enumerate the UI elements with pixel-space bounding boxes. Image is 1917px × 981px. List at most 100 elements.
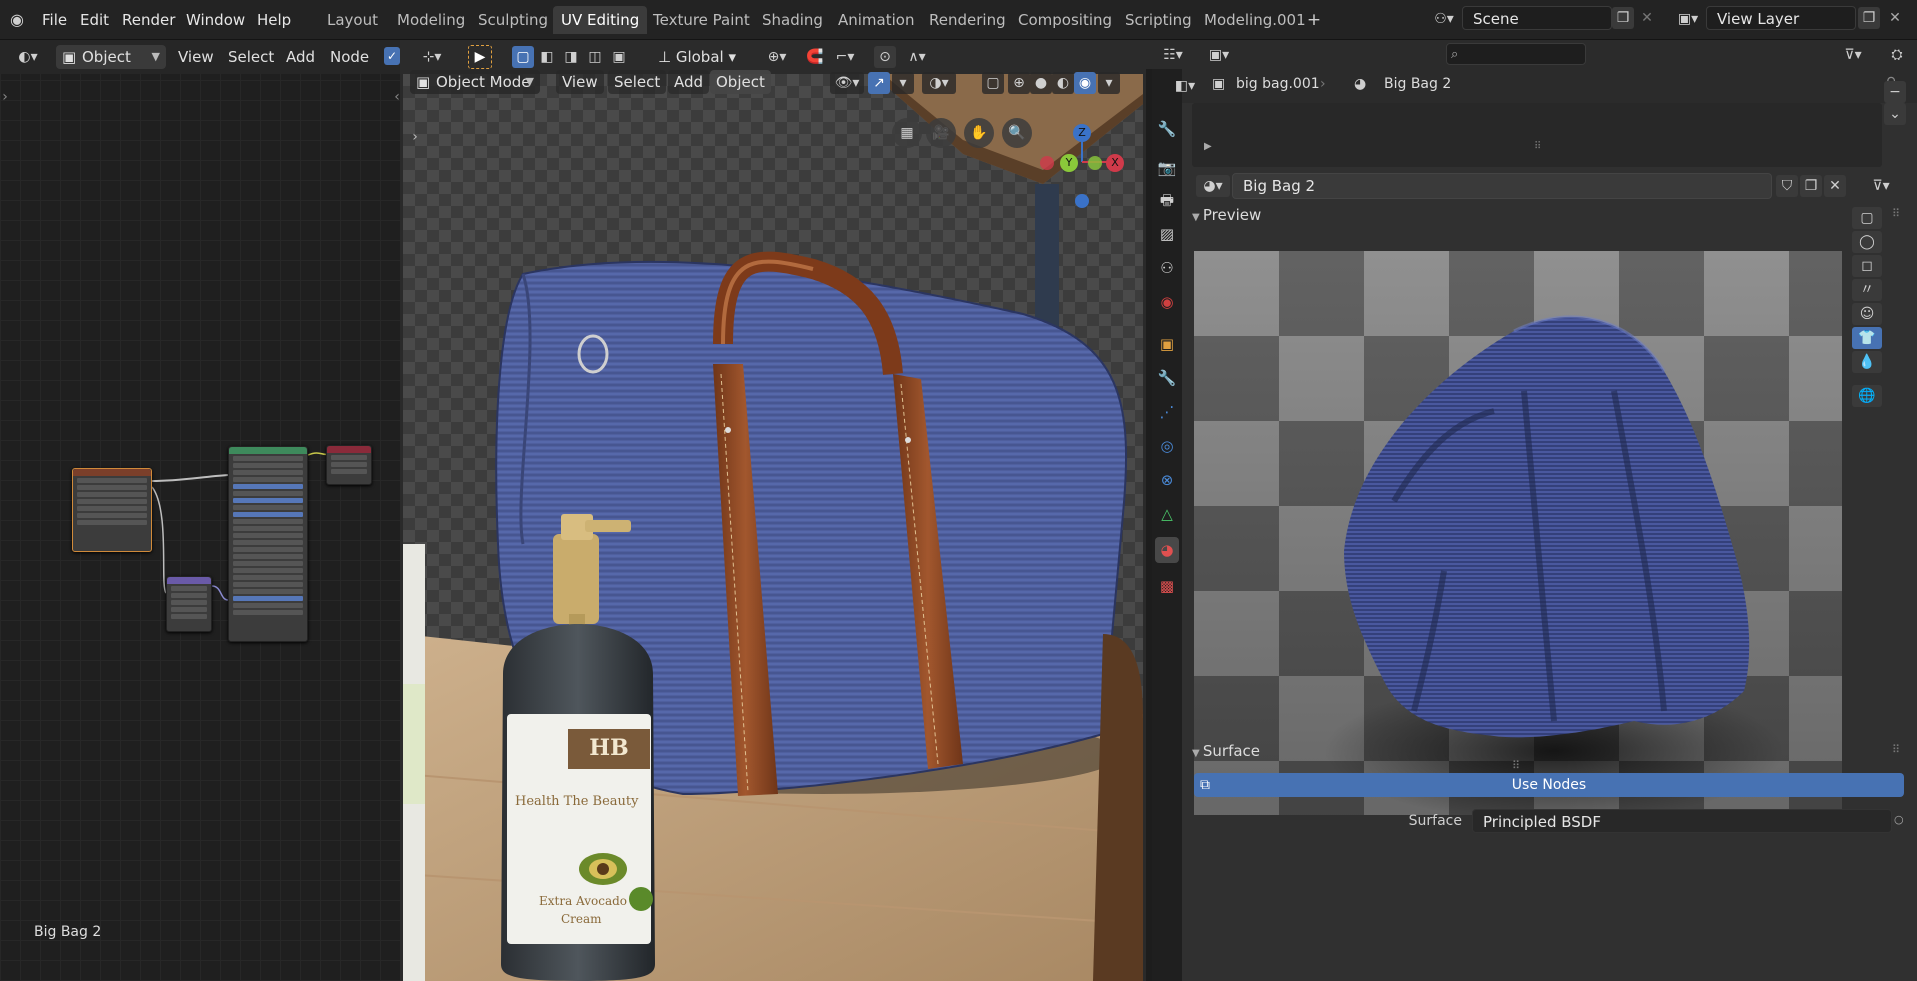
toggle-camera-grid-icon[interactable]: ▦ [892, 118, 922, 148]
node-editor[interactable]: ◐▾ ▣ Object ▼ View Select Add Node ✓ ‹ ›… [0, 40, 400, 981]
tab-rendering[interactable]: Rendering [921, 6, 1014, 34]
preview-hair-icon[interactable]: 〃 [1852, 279, 1882, 301]
tab-modeling-001[interactable]: Modeling.001 [1196, 6, 1314, 34]
breadcrumb-object[interactable]: big bag.001 [1236, 76, 1320, 92]
material-tab-icon[interactable]: ◕ [1155, 537, 1179, 563]
preview-world-icon[interactable]: 🌐 [1852, 385, 1882, 407]
remove-slot-icon[interactable]: − [1884, 81, 1906, 103]
filter-icon[interactable]: ⊽▾ [1836, 44, 1870, 66]
normal-map-node[interactable] [166, 576, 212, 632]
menu-render[interactable]: Render [116, 8, 181, 32]
select-intersect-mode-icon[interactable]: ▣ [608, 46, 630, 68]
unlink-material-icon[interactable]: ✕ [1824, 175, 1846, 197]
menu-window[interactable]: Window [180, 8, 251, 32]
blender-logo-icon[interactable]: ◉ [6, 9, 28, 31]
world-tab-icon[interactable]: ◉ [1155, 289, 1179, 315]
slot-specials-icon[interactable]: ⌄ [1884, 103, 1906, 125]
scene-name-field[interactable]: Scene [1462, 6, 1612, 30]
surface-section-header[interactable]: ▼ Surface [1192, 737, 1907, 765]
drag-handle-icon[interactable]: ⠿ [1892, 743, 1900, 756]
tab-sculpting[interactable]: Sculpting [470, 6, 556, 34]
modifiers-tab-icon[interactable]: 🔧 [1155, 365, 1179, 391]
preview-cube-icon[interactable]: ◻ [1852, 255, 1882, 277]
view-layer-tab-icon[interactable]: ▨ [1155, 221, 1179, 247]
editor-type-icon[interactable]: ☷▾ [1156, 44, 1190, 66]
browse-material-icon[interactable]: ◕▾ [1196, 175, 1230, 197]
viewport-3d[interactable]: ⊹▾ ▶ ▢ ◧ ◨ ◫ ▣ ⊥ Global ▾ ⊕▾ 🧲 ⌐▾ ⊙ ∧▾ H… [400, 40, 1146, 981]
zoom-icon[interactable]: 🔍 [1002, 118, 1032, 148]
gizmo-neg-x[interactable] [1040, 156, 1054, 170]
object-tab-icon[interactable]: ▣ [1155, 331, 1179, 357]
gizmo-z-axis[interactable]: Z [1073, 124, 1091, 142]
display-mode-icon[interactable]: ▣▾ [1202, 44, 1236, 66]
output-tab-icon[interactable]: 🖶 [1155, 187, 1179, 213]
select-extend-mode-icon[interactable]: ◧ [536, 46, 558, 68]
surface-shader-field[interactable]: Principled BSDF [1472, 809, 1892, 833]
shader-link-icon[interactable]: ○ [1894, 813, 1904, 826]
gizmo-neg-z[interactable] [1075, 194, 1089, 208]
material-name-field[interactable]: Big Bag 2 [1232, 173, 1772, 199]
transform-orientation-select[interactable]: ⊥ Global ▾ [652, 45, 752, 69]
tab-compositing[interactable]: Compositing [1010, 6, 1120, 34]
menu-help[interactable]: Help [251, 8, 297, 32]
duplicate-material-icon[interactable]: ❐ [1800, 175, 1822, 197]
new-view-layer-icon[interactable]: ❐ [1858, 7, 1880, 29]
scene-icon[interactable]: ⚇▾ [1427, 8, 1461, 30]
tab-animation[interactable]: Animation [830, 6, 922, 34]
delete-view-layer-icon[interactable]: ✕ [1884, 7, 1906, 29]
select-box-mode-icon[interactable]: ▢ [512, 46, 534, 68]
select-invert-mode-icon[interactable]: ◫ [584, 46, 606, 68]
use-nodes-button[interactable]: ⧉ Use Nodes [1194, 773, 1904, 797]
tool-tab-icon[interactable]: 🔧 [1155, 116, 1179, 142]
viewport-render[interactable]: HB Health The Beauty Extra Avocado Cream [403, 74, 1143, 981]
delete-scene-icon[interactable]: ✕ [1636, 7, 1658, 29]
tab-texture-paint[interactable]: Texture Paint [645, 6, 758, 34]
preview-monkey-icon[interactable]: ☺ [1852, 303, 1882, 325]
constraints-tab-icon[interactable]: ⊗ [1155, 467, 1179, 493]
image-texture-node[interactable] [72, 468, 152, 552]
proportional-edit-icon[interactable]: ⊙ [874, 46, 896, 68]
tab-layout[interactable]: Layout [319, 6, 386, 34]
navigation-gizmo[interactable]: Z Y X [1036, 110, 1132, 220]
visibility-icon[interactable]: 👁▾ [830, 72, 864, 94]
add-workspace-icon[interactable]: + [1303, 9, 1325, 31]
menu-edit[interactable]: Edit [74, 8, 115, 32]
vp-menu-view[interactable]: View [556, 70, 604, 94]
menu-file[interactable]: File [36, 8, 73, 32]
xray-icon[interactable]: ▢ [982, 72, 1004, 94]
material-output-node[interactable] [326, 445, 372, 485]
scene-tab-icon[interactable]: ⚇ [1155, 255, 1179, 281]
shading-menu-icon[interactable]: ▾ [1098, 72, 1120, 94]
fake-user-icon[interactable]: ⛉ [1776, 175, 1798, 197]
sidebar-toggle-icon[interactable]: › [404, 126, 426, 148]
pivot-point-icon[interactable]: ⊕▾ [760, 46, 794, 68]
preview-cloth-icon[interactable]: 👕 [1852, 327, 1882, 349]
wireframe-shading-icon[interactable]: ⊕ [1008, 72, 1030, 94]
view-layer-field[interactable]: View Layer [1706, 6, 1856, 30]
select-tool-icon[interactable]: ▶ [468, 45, 492, 69]
gizmo-x-axis[interactable]: X [1106, 154, 1124, 172]
snap-toggle-icon[interactable]: 🧲 [804, 46, 826, 68]
gizmo-neg-y[interactable] [1088, 156, 1102, 170]
gizmo-menu-icon[interactable]: ▾ [892, 72, 914, 94]
vp-menu-object[interactable]: Object [710, 70, 771, 94]
tab-scripting[interactable]: Scripting [1117, 6, 1200, 34]
preview-flat-icon[interactable]: ▢ [1852, 207, 1882, 229]
node-tree-icon[interactable]: ⊽▾ [1864, 175, 1898, 197]
preview-sphere-icon[interactable]: ◯ [1852, 231, 1882, 253]
overlays-icon[interactable]: ◑▾ [922, 72, 956, 94]
rendered-shading-icon[interactable]: ◉ [1074, 72, 1096, 94]
particles-tab-icon[interactable]: ⋰ [1155, 399, 1179, 425]
properties-search-field[interactable]: ⌕ [1446, 43, 1586, 65]
options-icon[interactable]: ⛭ [1886, 44, 1908, 66]
snap-target-icon[interactable]: ⌐▾ [828, 46, 862, 68]
vp-menu-select[interactable]: Select [608, 70, 667, 94]
preview-fluid-icon[interactable]: 💧 [1852, 351, 1882, 373]
pin-context-icon[interactable]: ◧▾ [1168, 75, 1202, 97]
view-layer-icon[interactable]: ▣▾ [1672, 8, 1704, 30]
vp-menu-add[interactable]: Add [668, 70, 710, 94]
camera-view-icon[interactable]: 🎥 [926, 118, 956, 148]
editor-type-icon[interactable]: ⊹▾ [414, 46, 450, 68]
preview-section-header[interactable]: ▼ Preview [1192, 201, 1907, 229]
physics-tab-icon[interactable]: ◎ [1155, 433, 1179, 459]
